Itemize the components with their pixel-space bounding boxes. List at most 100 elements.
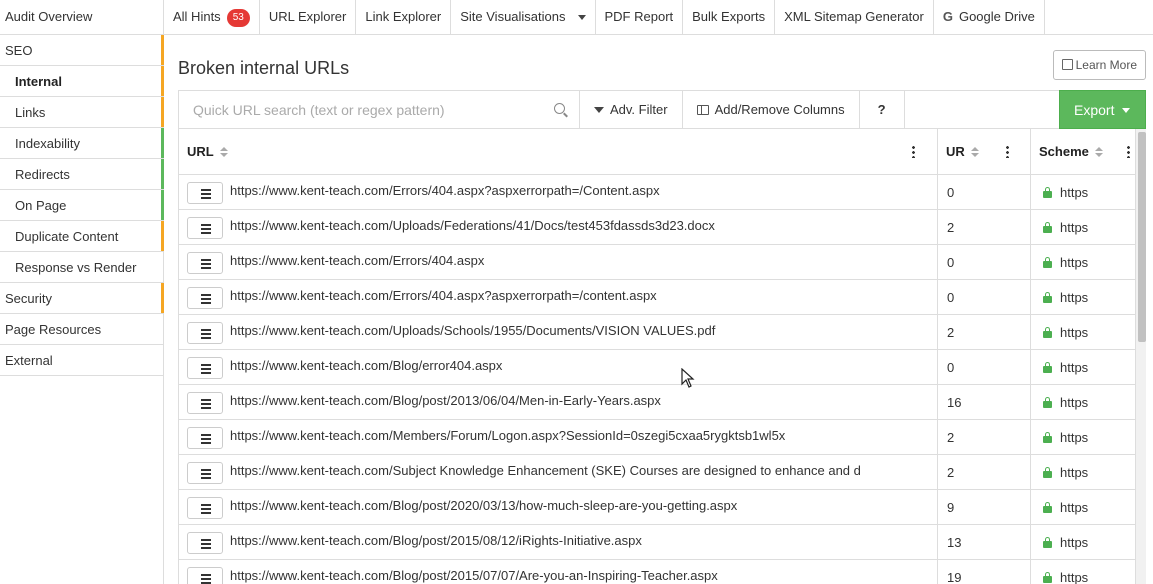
- column-header-scheme[interactable]: Scheme: [1031, 129, 1135, 175]
- table-row[interactable]: https://www.kent-teach.com/Subject Knowl…: [179, 455, 1135, 490]
- add-remove-columns-button[interactable]: Add/Remove Columns: [683, 91, 860, 128]
- help-button[interactable]: ?: [860, 91, 905, 128]
- tab-url-explorer[interactable]: URL Explorer: [260, 0, 357, 35]
- url-cell: https://www.kent-teach.com/Errors/404.as…: [179, 175, 938, 210]
- column-header-url[interactable]: URL: [179, 129, 938, 175]
- url-cell: https://www.kent-teach.com/Uploads/Feder…: [179, 210, 938, 245]
- columns-label: Add/Remove Columns: [714, 102, 845, 117]
- sidebar-item-page-resources[interactable]: Page Resources: [0, 314, 163, 345]
- top-nav-bar: Audit Overview All Hints 53 URL Explorer Li…: [0, 0, 1153, 35]
- sidebar-item-duplicate-content[interactable]: Duplicate Content: [0, 221, 164, 252]
- scheme-text: https: [1060, 570, 1089, 584]
- url-text[interactable]: https://www.kent-teach.com/Members/Forum…: [230, 428, 785, 443]
- row-menu-button[interactable]: [187, 252, 223, 274]
- scheme-text: https: [1060, 185, 1089, 200]
- sort-icon[interactable]: [970, 147, 979, 157]
- row-menu-button[interactable]: [187, 182, 223, 204]
- chevron-down-icon: [577, 15, 586, 20]
- table-row[interactable]: https://www.kent-teach.com/Blog/post/202…: [179, 490, 1135, 525]
- sidebar-item-redirects[interactable]: Redirects: [0, 159, 164, 190]
- scheme-text: https: [1060, 465, 1089, 480]
- tab-pdf-report[interactable]: PDF Report: [596, 0, 684, 35]
- url-text[interactable]: https://www.kent-teach.com/Uploads/Feder…: [230, 218, 715, 233]
- sidebar-item-links[interactable]: Links: [0, 97, 164, 128]
- column-menu-icon[interactable]: [912, 145, 915, 158]
- ur-cell: 0: [938, 350, 1031, 385]
- scrollbar-thumb[interactable]: [1138, 132, 1146, 342]
- column-menu-icon[interactable]: [1127, 145, 1130, 158]
- url-text[interactable]: https://www.kent-teach.com/Errors/404.as…: [230, 288, 657, 303]
- search-icon[interactable]: [554, 103, 565, 114]
- lock-icon: [1043, 572, 1052, 583]
- row-menu-button[interactable]: [187, 217, 223, 239]
- hamburger-icon: [201, 224, 211, 226]
- sidebar-item-on-page[interactable]: On Page: [0, 190, 164, 221]
- row-menu-button[interactable]: [187, 497, 223, 519]
- url-text[interactable]: https://www.kent-teach.com/Blog/post/201…: [230, 393, 661, 408]
- url-text[interactable]: https://www.kent-teach.com/Errors/404.as…: [230, 183, 660, 198]
- row-menu-button[interactable]: [187, 462, 223, 484]
- url-text[interactable]: https://www.kent-teach.com/Blog/post/201…: [230, 568, 718, 583]
- row-menu-button[interactable]: [187, 322, 223, 344]
- sidebar-item-indexability[interactable]: Indexability: [0, 128, 164, 159]
- hamburger-icon: [201, 547, 211, 549]
- hamburger-icon: [201, 337, 211, 339]
- row-menu-button[interactable]: [187, 567, 223, 584]
- table-row[interactable]: https://www.kent-teach.com/Blog/post/201…: [179, 525, 1135, 560]
- hamburger-icon: [201, 259, 211, 261]
- ur-cell: 9: [938, 490, 1031, 525]
- scheme-text: https: [1060, 500, 1089, 515]
- sidebar-item-internal[interactable]: Internal: [0, 66, 164, 97]
- row-menu-button[interactable]: [187, 427, 223, 449]
- table-row[interactable]: https://www.kent-teach.com/Uploads/Schoo…: [179, 315, 1135, 350]
- table-row[interactable]: https://www.kent-teach.com/Blog/post/201…: [179, 560, 1135, 584]
- table-header: URL UR Scheme: [179, 129, 1135, 175]
- scheme-text: https: [1060, 430, 1089, 445]
- adv-filter-button[interactable]: Adv. Filter: [580, 91, 683, 128]
- tab-link-explorer[interactable]: Link Explorer: [356, 0, 452, 35]
- tab-label: XML Sitemap Generator: [784, 9, 924, 24]
- row-menu-button[interactable]: [187, 532, 223, 554]
- tab-google-drive[interactable]: G Google Drive: [934, 0, 1045, 35]
- search-input[interactable]: [179, 91, 539, 128]
- hamburger-icon: [201, 578, 211, 580]
- sidebar-item-security[interactable]: Security: [0, 283, 164, 314]
- sidebar-item-seo[interactable]: SEO: [0, 35, 164, 66]
- export-button[interactable]: Export: [1059, 90, 1146, 129]
- table-row[interactable]: https://www.kent-teach.com/Uploads/Feder…: [179, 210, 1135, 245]
- audit-overview-link[interactable]: Audit Overview: [0, 0, 164, 35]
- url-text[interactable]: https://www.kent-teach.com/Blog/post/202…: [230, 498, 737, 513]
- table-row[interactable]: https://www.kent-teach.com/Errors/404.as…: [179, 245, 1135, 280]
- sidebar-item-label: External: [5, 353, 53, 368]
- tab-all-hints[interactable]: All Hints 53: [164, 0, 260, 35]
- tab-bulk-exports[interactable]: Bulk Exports: [683, 0, 776, 35]
- column-menu-icon[interactable]: [1006, 145, 1009, 158]
- tab-xml-sitemap-generator[interactable]: XML Sitemap Generator: [775, 0, 934, 35]
- sidebar-item-label: Indexability: [15, 136, 81, 151]
- tab-site-visualisations[interactable]: Site Visualisations: [451, 0, 596, 35]
- table-row[interactable]: https://www.kent-teach.com/Members/Forum…: [179, 420, 1135, 455]
- row-menu-button[interactable]: [187, 357, 223, 379]
- row-menu-button[interactable]: [187, 287, 223, 309]
- url-text[interactable]: https://www.kent-teach.com/Blog/post/201…: [230, 533, 642, 548]
- table-row[interactable]: https://www.kent-teach.com/Errors/404.as…: [179, 175, 1135, 210]
- url-text[interactable]: https://www.kent-teach.com/Blog/error404…: [230, 358, 502, 373]
- url-text[interactable]: https://www.kent-teach.com/Errors/404.as…: [230, 253, 484, 268]
- table-row[interactable]: https://www.kent-teach.com/Errors/404.as…: [179, 280, 1135, 315]
- table-row[interactable]: https://www.kent-teach.com/Blog/post/201…: [179, 385, 1135, 420]
- vertical-scrollbar[interactable]: [1135, 129, 1146, 584]
- sort-icon[interactable]: [219, 147, 228, 157]
- ur-cell: 0: [938, 175, 1031, 210]
- row-menu-button[interactable]: [187, 392, 223, 414]
- url-text[interactable]: https://www.kent-teach.com/Subject Knowl…: [230, 463, 861, 478]
- table-row[interactable]: https://www.kent-teach.com/Blog/error404…: [179, 350, 1135, 385]
- sidebar-item-external[interactable]: External: [0, 345, 163, 376]
- sidebar-item-response-vs-render[interactable]: Response vs Render: [0, 252, 163, 283]
- column-header-label: URL: [187, 144, 214, 159]
- url-text[interactable]: https://www.kent-teach.com/Uploads/Schoo…: [230, 323, 715, 338]
- learn-more-button[interactable]: Learn More: [1052, 50, 1146, 80]
- scheme-cell: https: [1031, 385, 1135, 420]
- column-header-ur[interactable]: UR: [938, 129, 1031, 175]
- sort-icon[interactable]: [1094, 147, 1103, 157]
- scheme-cell: https: [1031, 455, 1135, 490]
